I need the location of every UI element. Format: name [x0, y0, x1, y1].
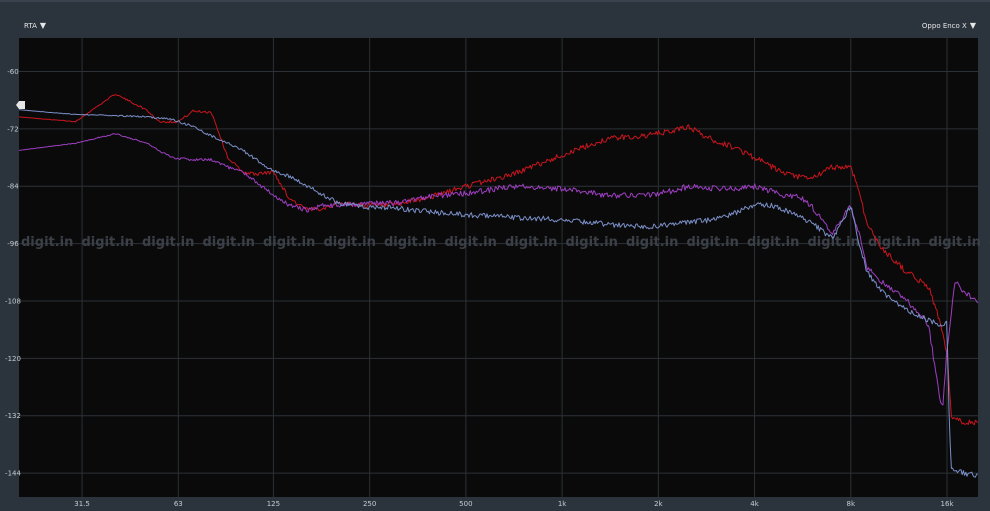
- x-tick-label: 1k: [558, 500, 567, 508]
- plot-area[interactable]: [19, 38, 978, 497]
- y-tick-label: -96: [7, 240, 19, 248]
- watermark-text: digit.in: [566, 235, 618, 250]
- watermark-text: digit.in: [142, 235, 194, 250]
- rta-mode-dropdown[interactable]: RTA ▼: [24, 20, 46, 32]
- watermark-text: digit.in: [324, 235, 376, 250]
- chevron-down-icon: ▼: [969, 21, 976, 30]
- x-tick-label: 250: [363, 500, 376, 508]
- y-tick-label: -60: [7, 68, 18, 76]
- watermark-text: digit.in: [82, 235, 134, 250]
- watermark-text: digit.in: [747, 235, 799, 250]
- watermark-text: digit.in: [687, 235, 739, 250]
- x-tick-label: 31.5: [74, 500, 90, 508]
- x-tick-label: 63: [174, 500, 183, 508]
- rta-mode-label: RTA: [24, 22, 37, 30]
- watermark-text: digit.in: [445, 235, 497, 250]
- y-tick-label: -84: [7, 183, 19, 191]
- y-tick-label: -72: [7, 125, 18, 133]
- watermark-text: digit.in: [263, 235, 315, 250]
- watermark-text: digit.in: [505, 235, 557, 250]
- x-axis-ticks: 31.5 63 125 250 500 1k 2k 4k 8k 16k: [74, 500, 954, 508]
- x-tick-label: 500: [459, 500, 472, 508]
- watermark-text: digit.in: [929, 235, 981, 250]
- watermark-text: digit.in: [384, 235, 436, 250]
- watermark-row: digit.in digit.in digit.in digit.in digit.in…: [21, 235, 990, 250]
- y-tick-label: -132: [5, 412, 21, 420]
- device-select-dropdown[interactable]: Oppo Enco X ▼: [922, 20, 976, 32]
- watermark-text: digit.in: [203, 235, 255, 250]
- x-tick-label: 2k: [654, 500, 663, 508]
- x-tick-label: 16k: [941, 500, 955, 508]
- x-tick-label: 4k: [750, 500, 759, 508]
- y-tick-label: -120: [5, 355, 21, 363]
- watermark-text: digit.in: [868, 235, 920, 250]
- frequency-response-chart: digit.in digit.in digit.in digit.in digit.in…: [5, 38, 990, 508]
- chevron-down-icon: ▼: [39, 21, 47, 30]
- rta-window: digit.in digit.in digit.in digit.in digit.in…: [0, 0, 990, 511]
- x-tick-label: 8k: [847, 500, 856, 508]
- x-tick-label: 125: [267, 500, 280, 508]
- level-marker-handle[interactable]: [16, 100, 25, 109]
- watermark-text: digit.in: [21, 235, 73, 250]
- y-tick-label: -144: [5, 470, 21, 478]
- y-tick-label: -108: [5, 297, 21, 305]
- device-select-label: Oppo Enco X: [921, 22, 967, 30]
- watermark-text: digit.in: [626, 235, 678, 250]
